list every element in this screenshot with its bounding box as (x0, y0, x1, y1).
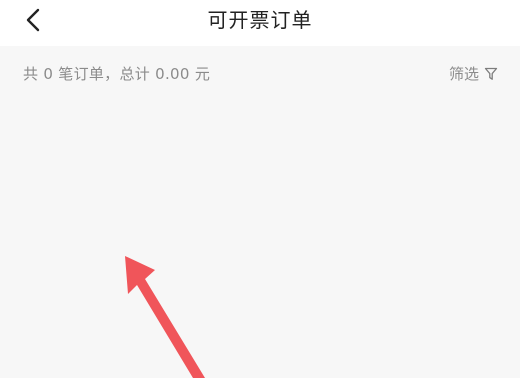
order-summary-text: 共 0 笔订单，总计 0.00 元 (23, 65, 211, 83)
empty-order-list (0, 102, 520, 378)
page-title: 可开票订单 (207, 8, 313, 32)
filter-label: 筛选 (448, 65, 479, 83)
filter-funnel-icon (484, 67, 498, 80)
filter-button[interactable]: 筛选 (449, 62, 498, 86)
order-summary-bar: 共 0 笔订单，总计 0.00 元 筛选 (0, 46, 520, 102)
top-navigation-bar: 可开票订单 (0, 0, 520, 46)
invoiceable-orders-screen: 可开票订单 共 0 笔订单，总计 0.00 元 筛选 (0, 0, 520, 378)
